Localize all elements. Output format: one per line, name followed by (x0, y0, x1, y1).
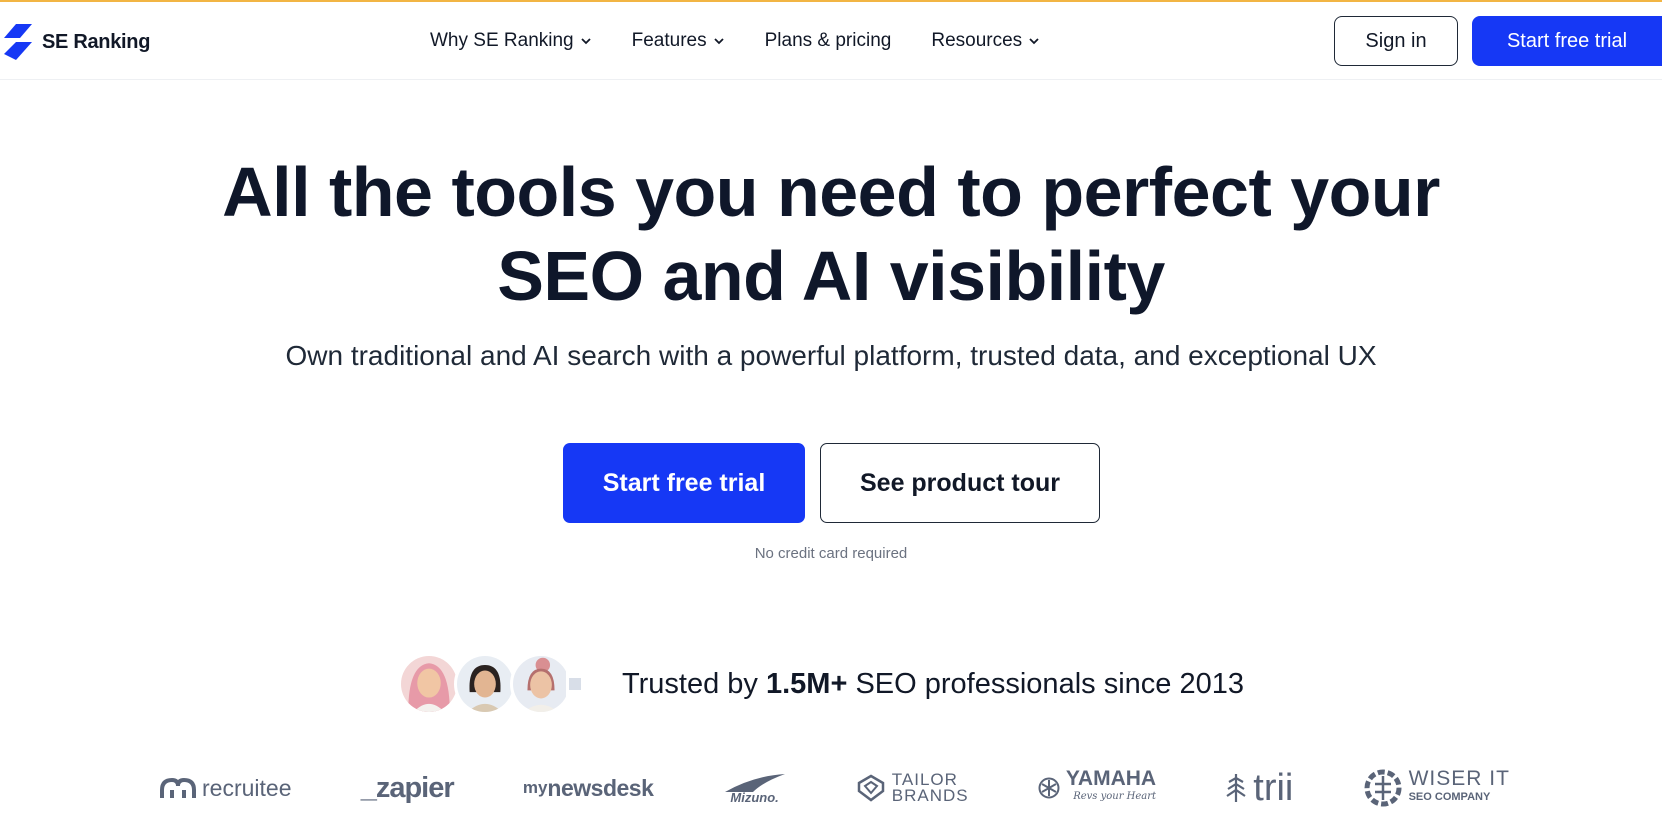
trusted-prefix: Trusted by (622, 667, 766, 700)
tailor-brands-logo: TAILOR BRANDS (856, 771, 969, 805)
site-header: SE Ranking Why SE Ranking Features Plans… (0, 2, 1662, 80)
logo-text: SE Ranking (42, 30, 151, 53)
zapier-logo: _zapier (360, 771, 455, 805)
nav-features[interactable]: Features (632, 30, 725, 52)
se-ranking-logo[interactable]: SE Ranking (2, 22, 150, 62)
nav-resources[interactable]: Resources (931, 30, 1040, 52)
brain-circuit-icon (1364, 769, 1402, 807)
tree-icon (1226, 774, 1246, 802)
nav-why-se-ranking-label: Why SE Ranking (430, 30, 574, 51)
tailor-brands-wordmark: TAILOR BRANDS (891, 771, 969, 805)
tailor-brands-icon (857, 774, 885, 802)
trii-text: trii (1253, 766, 1294, 809)
chevron-down-icon (713, 38, 724, 45)
trusted-by-text: Trusted by 1.5M+ SEO professionals since… (622, 668, 1244, 701)
chevron-down-icon (1029, 38, 1039, 45)
nav-plans-pricing[interactable]: Plans & pricing (765, 30, 892, 52)
trust-row: Trusted by 1.5M+ SEO professionals since… (398, 652, 1244, 716)
wiser-it-text: WISER IT (1408, 767, 1510, 790)
nav-features-label: Features (631, 30, 707, 51)
trusted-suffix: SEO professionals since 2013 (847, 667, 1244, 700)
hero-title: All the tools you need to perfect your S… (0, 150, 1662, 318)
hero-title-line1: All the tools you need to perfect your (222, 153, 1440, 231)
hero-start-trial-button[interactable]: Start free trial (563, 443, 805, 523)
users-count: 1.5M+ (765, 667, 848, 700)
zapier-text: _zapier (360, 771, 455, 804)
se-ranking-logo-icon (4, 24, 32, 60)
product-tour-button[interactable]: See product tour (820, 443, 1100, 523)
yamaha-logo: YAMAHA Revs your Heart (1038, 767, 1157, 806)
avatar (510, 653, 572, 715)
main-nav: Why SE Ranking Features Plans & pricing … (430, 2, 1040, 80)
hero-title-line2: SEO and AI visibility (497, 237, 1165, 315)
header-start-trial-button[interactable]: Start free trial (1472, 16, 1662, 66)
recruitee-text: recruitee (202, 774, 292, 801)
avatar (398, 653, 460, 715)
recruitee-logo: recruitee (160, 775, 291, 802)
avatar (454, 653, 516, 715)
yamaha-text: YAMAHA (1065, 767, 1157, 790)
yamaha-tuning-fork-icon (1038, 777, 1060, 799)
mizuno-text: Mizuno. (730, 789, 779, 805)
brands-text: BRANDS (891, 786, 969, 805)
wiser-it-wordmark: WISER IT SEO COMPANY (1408, 767, 1510, 806)
seo-company-text: SEO COMPANY (1408, 791, 1491, 803)
wiser-it-logo: WISER IT SEO COMPANY (1363, 768, 1510, 808)
nav-resources-label: Resources (931, 30, 1023, 51)
mynewsdesk-logo: my newsdesk (523, 775, 654, 802)
mynewsdesk-my-text: my (522, 778, 548, 797)
avatar (566, 653, 584, 715)
hero-subtitle: Own traditional and AI search with a pow… (285, 340, 1377, 371)
avatar-group (398, 653, 584, 715)
chevron-down-icon (580, 38, 591, 45)
yamaha-tagline: Revs your Heart (1073, 791, 1157, 802)
recruitee-icon (160, 777, 196, 798)
trii-logo: trii (1225, 767, 1293, 810)
no-credit-card-note: No credit card required (754, 545, 908, 562)
mizuno-logo: Mizuno. (723, 772, 787, 805)
sign-in-button[interactable]: Sign in (1334, 16, 1458, 66)
client-logos-row: recruitee _zapier my newsdesk Mizuno. TA… (160, 763, 1510, 813)
nav-why-se-ranking[interactable]: Why SE Ranking (430, 30, 592, 52)
nav-plans-pricing-label: Plans & pricing (764, 30, 892, 51)
mynewsdesk-text: newsdesk (547, 774, 654, 801)
yamaha-wordmark: YAMAHA Revs your Heart (1065, 767, 1157, 806)
